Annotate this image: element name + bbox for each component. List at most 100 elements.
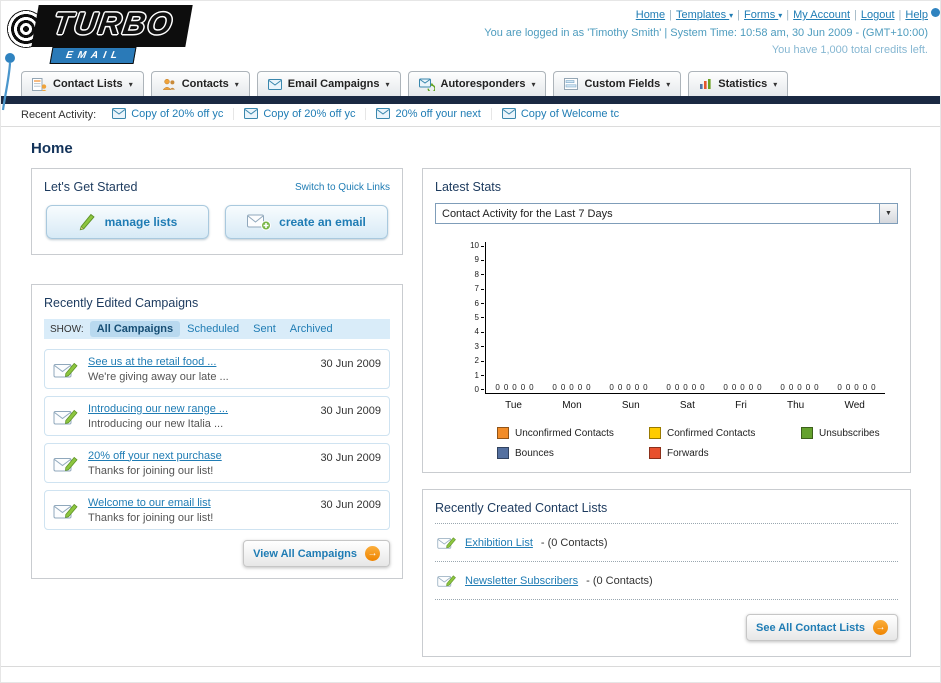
value-label: 0 [560,383,566,392]
value-label: 0 [503,383,509,392]
manage-lists-button[interactable]: manage lists [46,205,209,239]
y-axis-label: 0 [475,385,484,394]
header-link-my-account[interactable]: My Account [793,9,850,21]
recent-activity-link[interactable]: Copy of 20% off yc [131,108,223,120]
logo-title: TURBO [50,6,177,41]
campaign-filter-tabs: All Campaigns Scheduled Sent Archived [89,321,340,337]
separator: | [854,9,857,21]
campaign-info: Welcome to our email list Thanks for join… [88,497,311,524]
recent-activity-link[interactable]: Copy of Welcome tc [521,108,619,120]
statistics-icon [699,78,712,90]
value-label: 0 [643,383,648,392]
stats-filter-select[interactable]: Contact Activity for the Last 7 Days ▼ [435,203,898,224]
view-all-campaigns-button[interactable]: View All Campaigns → [243,540,390,567]
header-link-forms[interactable]: Forms ▾ [744,9,782,21]
stats-chart: 10 9 8 7 6 5 4 3 2 1 0 000000000000000000000000000… [463,242,898,459]
value-label: 0 [634,383,640,392]
value-label: 0 [609,383,614,392]
legend-swatch [649,447,661,459]
contact-list-item[interactable]: Newsletter Subscribers - (0 Contacts) [435,562,898,600]
campaign-title-link[interactable]: Introducing our new range ... [88,403,228,415]
value-label: 0 [617,383,623,392]
campaign-title-link[interactable]: See us at the retail food ... [88,356,216,368]
nav-tab-custom-fields[interactable]: Custom Fields ▾ [553,71,682,96]
nav-tab-contact-lists[interactable]: Contact Lists ▾ [21,71,144,96]
header-link-home[interactable]: Home [636,9,665,21]
nav-tab-label: Autoresponders [440,78,526,90]
create-email-button[interactable]: create an email [225,205,388,239]
campaign-date: 30 Jun 2009 [320,499,381,511]
nav-divider-bar [1,96,940,104]
nav-tab-statistics[interactable]: Statistics ▾ [688,71,789,96]
legend-swatch [649,427,661,439]
page: TURBO EMAIL Home | Templates ▾ | Forms ▾ | My … [0,0,941,683]
login-status: You are logged in as 'Timothy Smith' | S… [484,27,928,40]
campaign-filter-scheduled[interactable]: Scheduled [180,321,246,337]
campaign-subtitle: We're giving away our late ... [88,370,229,383]
chart-value-labels: 00000000000000000000000000000000000 [486,383,885,392]
legend-item-unsubscribes: Unsubscribes [801,427,941,439]
legend-swatch [497,427,509,439]
campaign-filter-all-campaigns[interactable]: All Campaigns [89,321,181,337]
value-label: 0 [862,383,868,392]
recent-activity-bar: Recent Activity: Copy of 20% off yc Copy … [1,104,940,127]
stats-filter-value: Contact Activity for the Last 7 Days [442,207,613,220]
chart-plot-area: 00000000000000000000000000000000000 [485,242,885,394]
see-all-contact-lists-button[interactable]: See All Contact Lists → [745,614,898,641]
campaign-row[interactable]: See us at the retail food ... We're givin… [44,349,390,389]
contact-lists-icon [32,77,47,91]
header-link-logout[interactable]: Logout [861,9,895,21]
contact-list-link[interactable]: Exhibition List [465,537,533,549]
campaign-filter-bar: SHOW: All Campaigns Scheduled Sent Archived [44,319,390,339]
value-label: 0 [691,383,697,392]
nav-tab-contacts[interactable]: Contacts ▾ [150,71,250,96]
caret-down-icon: ▾ [729,11,734,20]
value-label: 0 [748,383,754,392]
y-axis-label: 2 [475,357,484,365]
chart-y-axis: 10 9 8 7 6 5 4 3 2 1 0 [463,242,485,394]
nav-tab-email-campaigns[interactable]: Email Campaigns ▾ [256,71,401,96]
get-started-title: Let's Get Started [44,180,138,194]
bar-group-thu: 00000 [780,383,818,392]
campaign-row[interactable]: 20% off your next purchase Thanks for joi… [44,443,390,483]
campaign-row[interactable]: Introducing our new range ... Introducing… [44,396,390,436]
value-label: 0 [569,383,574,392]
value-label: 0 [723,383,728,392]
y-axis-label: 7 [475,285,484,293]
x-axis-label: Thu [787,400,805,411]
recent-activity-link[interactable]: Copy of 20% off yc [263,108,355,120]
campaign-filter-archived[interactable]: Archived [283,321,340,337]
value-label: 0 [520,383,526,392]
contact-lists-panel: Recently Created Contact Lists Exhibitio… [422,489,911,657]
nav-tab-label: Statistics [718,78,768,90]
header-link-help[interactable]: Help [905,9,928,21]
value-label: 0 [757,383,762,392]
caret-down-icon: ▾ [773,79,778,89]
contact-list-item[interactable]: Exhibition List - (0 Contacts) [435,524,898,562]
legend-label: Unconfirmed Contacts [515,427,614,439]
campaign-title-link[interactable]: 20% off your next purchase [88,450,222,462]
y-axis-label: 8 [475,270,484,279]
contact-list-link[interactable]: Newsletter Subscribers [465,575,578,587]
email-edit-icon [53,406,79,427]
recent-activity-link[interactable]: 20% off your next [395,108,480,120]
switch-quick-links-link[interactable]: Switch to Quick Links [295,182,390,193]
logo-subtitle: EMAIL [49,47,137,64]
legend-label: Confirmed Contacts [667,427,756,439]
campaigns-panel: Recently Edited Campaigns SHOW: All Camp… [31,284,403,579]
contact-list-items: Exhibition List - (0 Contacts) Newsletter … [435,524,898,600]
campaign-title-link[interactable]: Welcome to our email list [88,497,211,509]
campaign-filter-sent[interactable]: Sent [246,321,283,337]
value-label: 0 [731,383,737,392]
header-link-templates[interactable]: Templates ▾ [676,9,733,21]
recent-activity-label: Recent Activity: [21,109,97,121]
header: TURBO EMAIL Home | Templates ▾ | Forms ▾ | My … [1,1,940,65]
caret-down-icon: ▾ [128,79,133,89]
campaign-row[interactable]: Welcome to our email list Thanks for join… [44,490,390,530]
credits-status: You have 1,000 total credits left. [771,44,928,57]
caret-down-icon: ▾ [385,79,390,89]
campaign-info: Introducing our new range ... Introducing… [88,403,311,430]
email-edit-icon [53,359,79,380]
stats-title: Latest Stats [435,180,502,194]
nav-tab-autoresponders[interactable]: Autoresponders ▾ [407,71,547,96]
